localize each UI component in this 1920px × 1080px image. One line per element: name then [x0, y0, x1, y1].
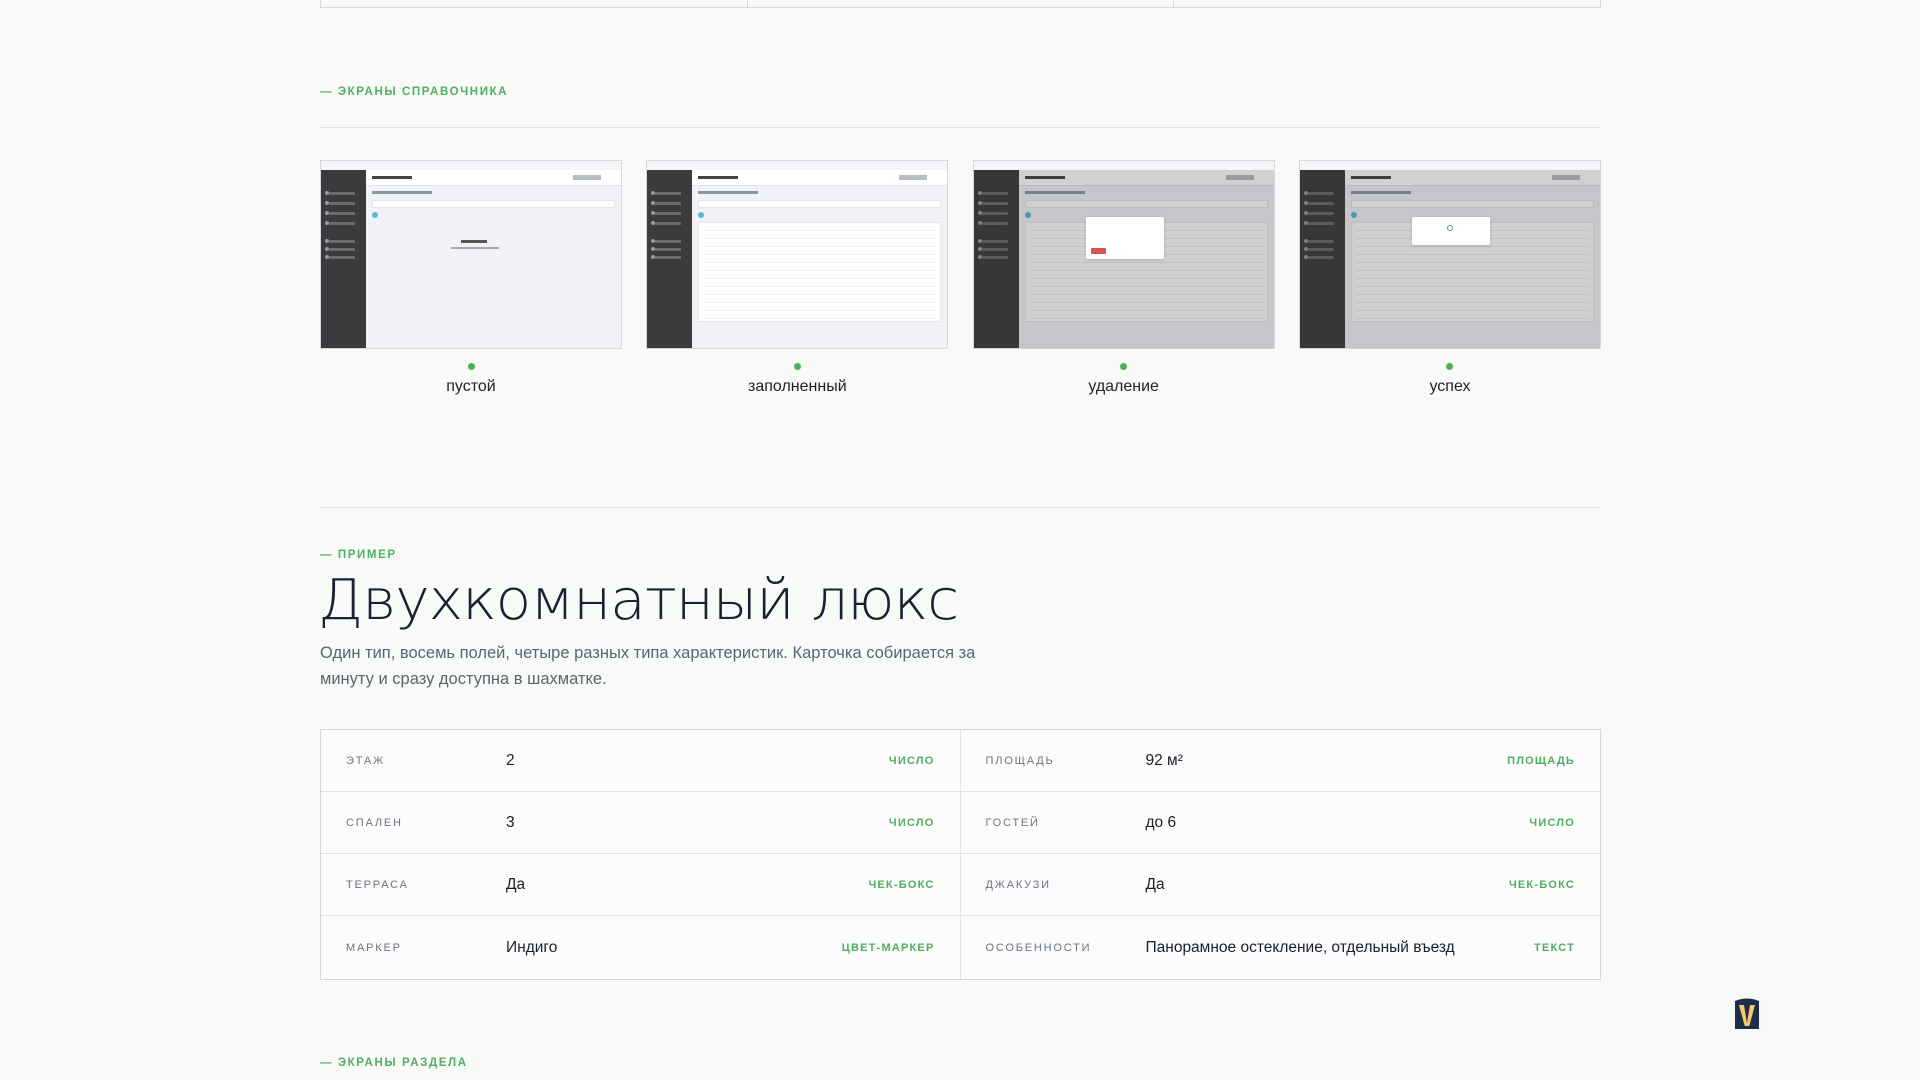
divider	[320, 127, 1601, 128]
screen-card-success[interactable]: успех	[1298, 160, 1601, 396]
screen-thumbnail[interactable]	[646, 160, 949, 349]
property-type: ПЛОЩАДЬ	[1507, 754, 1575, 767]
property-key: МАРКЕР	[346, 941, 402, 954]
property-key: ГОСТЕЙ	[985, 816, 1040, 829]
status-dot-icon	[1120, 363, 1128, 370]
example-eyebrow: — ПРИМЕР	[320, 549, 397, 561]
property-value: 3	[506, 813, 515, 831]
property-row: ЭТАЖ 2 ЧИСЛО	[321, 730, 961, 792]
screens-eyebrow: — ЭКРАНЫ СПРАВОЧНИКА	[320, 86, 509, 98]
property-value: 92 м²	[1145, 751, 1183, 769]
property-value: 2	[506, 751, 515, 769]
property-value: Индиго	[506, 938, 558, 956]
property-type: ТЕКСТ	[1533, 941, 1575, 954]
example-title: Двухкомнатный люкс	[318, 568, 959, 633]
property-type: ЦВЕТ-МАРКЕР	[841, 941, 935, 954]
property-row: ГОСТЕЙ до 6 ЧИСЛО	[960, 792, 1600, 854]
screen-thumbnail[interactable]	[972, 160, 1275, 349]
property-row: ТЕРРАСА Да ЧЕК-БОКС	[321, 854, 961, 916]
previous-table-bottom	[320, 0, 1601, 8]
property-key: ДЖАКУЗИ	[985, 878, 1051, 891]
property-row: МАРКЕР Индиго ЦВЕТ-МАРКЕР	[321, 916, 961, 979]
property-row: ДЖАКУЗИ Да ЧЕК-БОКС	[960, 854, 1600, 916]
property-key: СПАЛЕН	[346, 816, 403, 829]
property-row: ОСОБЕННОСТИ Панорамное остекление, отдел…	[961, 916, 1601, 979]
property-type: ЧИСЛО	[888, 816, 935, 829]
property-type: ЧЕК-БОКС	[868, 878, 935, 891]
screens-gallery: пустой заполненный удаление успех	[320, 160, 1601, 396]
shield-logo-icon[interactable]	[1732, 997, 1762, 1031]
property-type: ЧЕК-БОКС	[1508, 878, 1575, 891]
screen-label: удаление	[1088, 378, 1159, 395]
screen-label: успех	[1429, 378, 1471, 395]
divider	[320, 507, 1601, 508]
property-type: ЧИСЛО	[1529, 816, 1575, 829]
property-value: Да	[506, 875, 526, 893]
property-row: ПЛОЩАДЬ 92 м² ПЛОЩАДЬ	[960, 730, 1600, 792]
screen-label: заполненный	[748, 378, 847, 395]
property-key: ПЛОЩАДЬ	[985, 754, 1055, 767]
section-eyebrow: — ЭКРАНЫ РАЗДЕЛА	[320, 1057, 468, 1069]
property-value: до 6	[1145, 813, 1177, 831]
screen-label: пустой	[446, 378, 496, 395]
property-type: ЧИСЛО	[888, 754, 935, 767]
screen-thumbnail[interactable]	[1298, 160, 1601, 349]
screen-thumbnail[interactable]	[320, 160, 622, 349]
property-key: ТЕРРАСА	[346, 878, 409, 891]
property-value: Да	[1145, 875, 1165, 893]
example-description: Один тип, восемь полей, четыре разных ти…	[320, 644, 976, 688]
property-value: Панорамное остекление, отдельный въезд	[1145, 938, 1455, 956]
status-dot-icon	[793, 363, 801, 370]
property-row: СПАЛЕН 3 ЧИСЛО	[321, 792, 961, 854]
status-dot-icon	[467, 363, 475, 370]
status-dot-icon	[1446, 363, 1454, 370]
screen-card-filled[interactable]: заполненный	[646, 160, 949, 396]
screen-card-delete[interactable]: удаление	[972, 160, 1275, 396]
property-key: ЭТАЖ	[346, 754, 385, 767]
screen-card-empty[interactable]: пустой	[320, 160, 622, 396]
property-key: ОСОБЕННОСТИ	[985, 941, 1092, 954]
properties-table: ЭТАЖ 2 ЧИСЛО ПЛОЩАДЬ 92 м² ПЛОЩАДЬ СПАЛЕ…	[320, 729, 1601, 980]
